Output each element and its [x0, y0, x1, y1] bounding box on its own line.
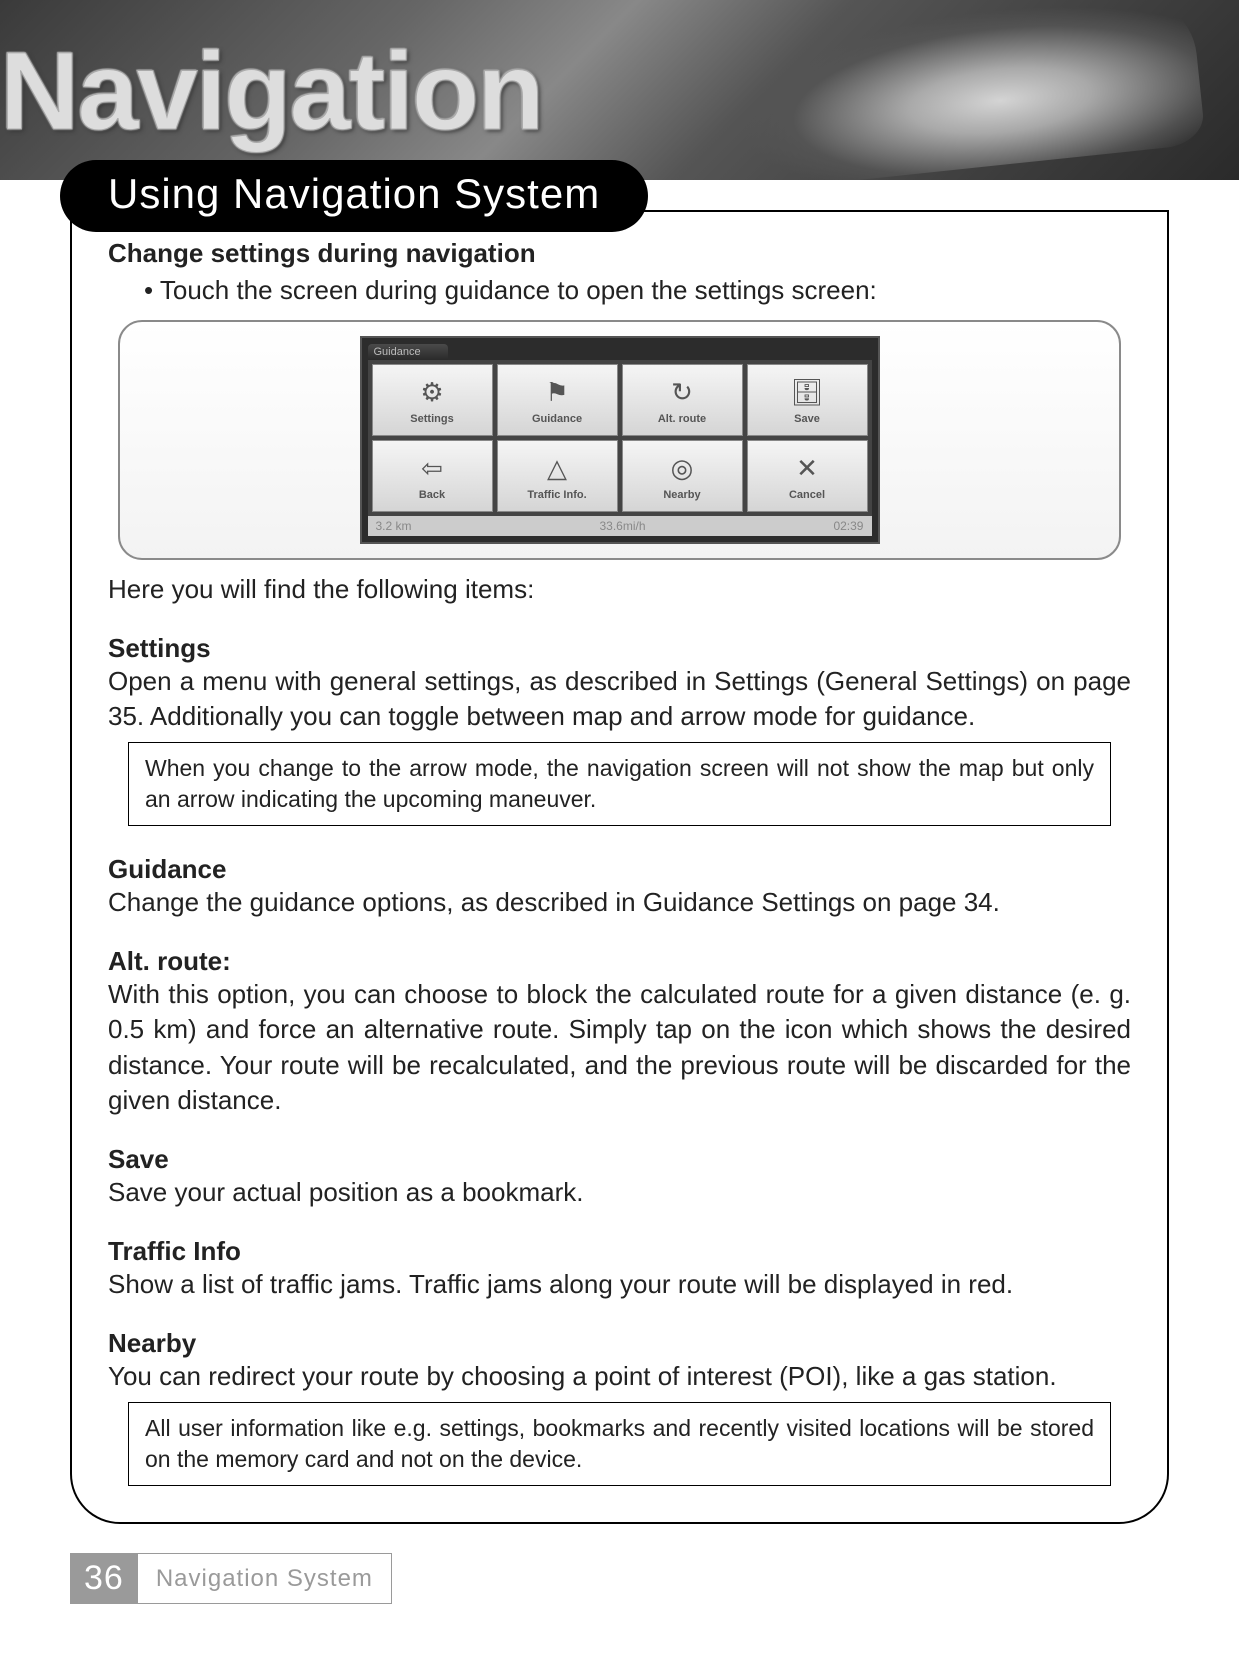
guidance-body: Change the guidance options, as describe…	[108, 885, 1131, 920]
screenshot-cancel-button: ✕ Cancel	[747, 440, 868, 512]
guidance-heading: Guidance	[108, 854, 1131, 885]
embedded-screenshot: Guidance ⚙ Settings ⚑ Guidance ↻ Alt. ro…	[360, 336, 880, 544]
screenshot-nearby-button: ◎ Nearby	[622, 440, 743, 512]
screenshot-cell-label: Guidance	[532, 413, 582, 425]
screenshot-traffic-button: △ Traffic Info.	[497, 440, 618, 512]
page-footer: 36 Navigation System	[70, 1553, 392, 1604]
save-icon: 🗄	[790, 375, 824, 409]
page-number: 36	[70, 1553, 138, 1604]
status-speed: 33.6mi/h	[599, 519, 645, 533]
screenshot-status-bar: 3.2 km 33.6mi/h 02:39	[368, 516, 872, 536]
header-car-graphic	[692, 0, 1206, 180]
intro-text: Here you will find the following items:	[108, 574, 1131, 605]
settings-note: When you change to the arrow mode, the n…	[128, 742, 1111, 826]
screenshot-cell-label: Alt. route	[658, 413, 706, 425]
nearby-body: You can redirect your route by choosing …	[108, 1359, 1131, 1394]
status-distance: 3.2 km	[376, 519, 412, 533]
cancel-icon: ✕	[790, 451, 824, 485]
alt-route-icon: ↻	[665, 375, 699, 409]
target-icon: ◎	[665, 451, 699, 485]
warning-icon: △	[540, 451, 574, 485]
traffic-heading: Traffic Info	[108, 1236, 1131, 1267]
screenshot-cell-label: Traffic Info.	[527, 489, 586, 501]
header-word: Navigation	[0, 28, 542, 155]
screenshot-save-button: 🗄 Save	[747, 364, 868, 436]
touch-instruction: • Touch the screen during guidance to op…	[144, 275, 1131, 306]
screenshot-tab-label: Guidance	[368, 344, 448, 360]
screenshot-back-button: ⇦ Back	[372, 440, 493, 512]
screenshot-cell-label: Cancel	[789, 489, 825, 501]
settings-body: Open a menu with general settings, as de…	[108, 664, 1131, 734]
altroute-body: With this option, you can choose to bloc…	[108, 977, 1131, 1117]
screenshot-cell-label: Nearby	[663, 489, 700, 501]
header-banner: Navigation	[0, 0, 1239, 180]
change-settings-heading: Change settings during navigation	[108, 238, 1131, 269]
save-body: Save your actual position as a bookmark.	[108, 1175, 1131, 1210]
section-pill-title: Using Navigation System	[60, 160, 648, 232]
nearby-note: All user information like e.g. settings,…	[128, 1402, 1111, 1486]
save-heading: Save	[108, 1144, 1131, 1175]
traffic-body: Show a list of traffic jams. Traffic jam…	[108, 1267, 1131, 1302]
content-panel: Change settings during navigation • Touc…	[70, 210, 1169, 1524]
screenshot-cell-label: Back	[419, 489, 445, 501]
screenshot-settings-button: ⚙ Settings	[372, 364, 493, 436]
gear-icon: ⚙	[415, 375, 449, 409]
footer-label: Navigation System	[138, 1553, 392, 1604]
altroute-heading: Alt. route:	[108, 946, 1131, 977]
settings-heading: Settings	[108, 633, 1131, 664]
flag-icon: ⚑	[540, 375, 574, 409]
screenshot-cell-label: Save	[794, 413, 820, 425]
back-arrow-icon: ⇦	[415, 451, 449, 485]
screenshot-altroute-button: ↻ Alt. route	[622, 364, 743, 436]
screenshot-cell-label: Settings	[410, 413, 453, 425]
screenshot-button-grid: ⚙ Settings ⚑ Guidance ↻ Alt. route 🗄 Sav…	[368, 360, 872, 516]
status-time: 02:39	[833, 519, 863, 533]
embedded-screenshot-frame: Guidance ⚙ Settings ⚑ Guidance ↻ Alt. ro…	[118, 320, 1121, 560]
nearby-heading: Nearby	[108, 1328, 1131, 1359]
screenshot-guidance-button: ⚑ Guidance	[497, 364, 618, 436]
